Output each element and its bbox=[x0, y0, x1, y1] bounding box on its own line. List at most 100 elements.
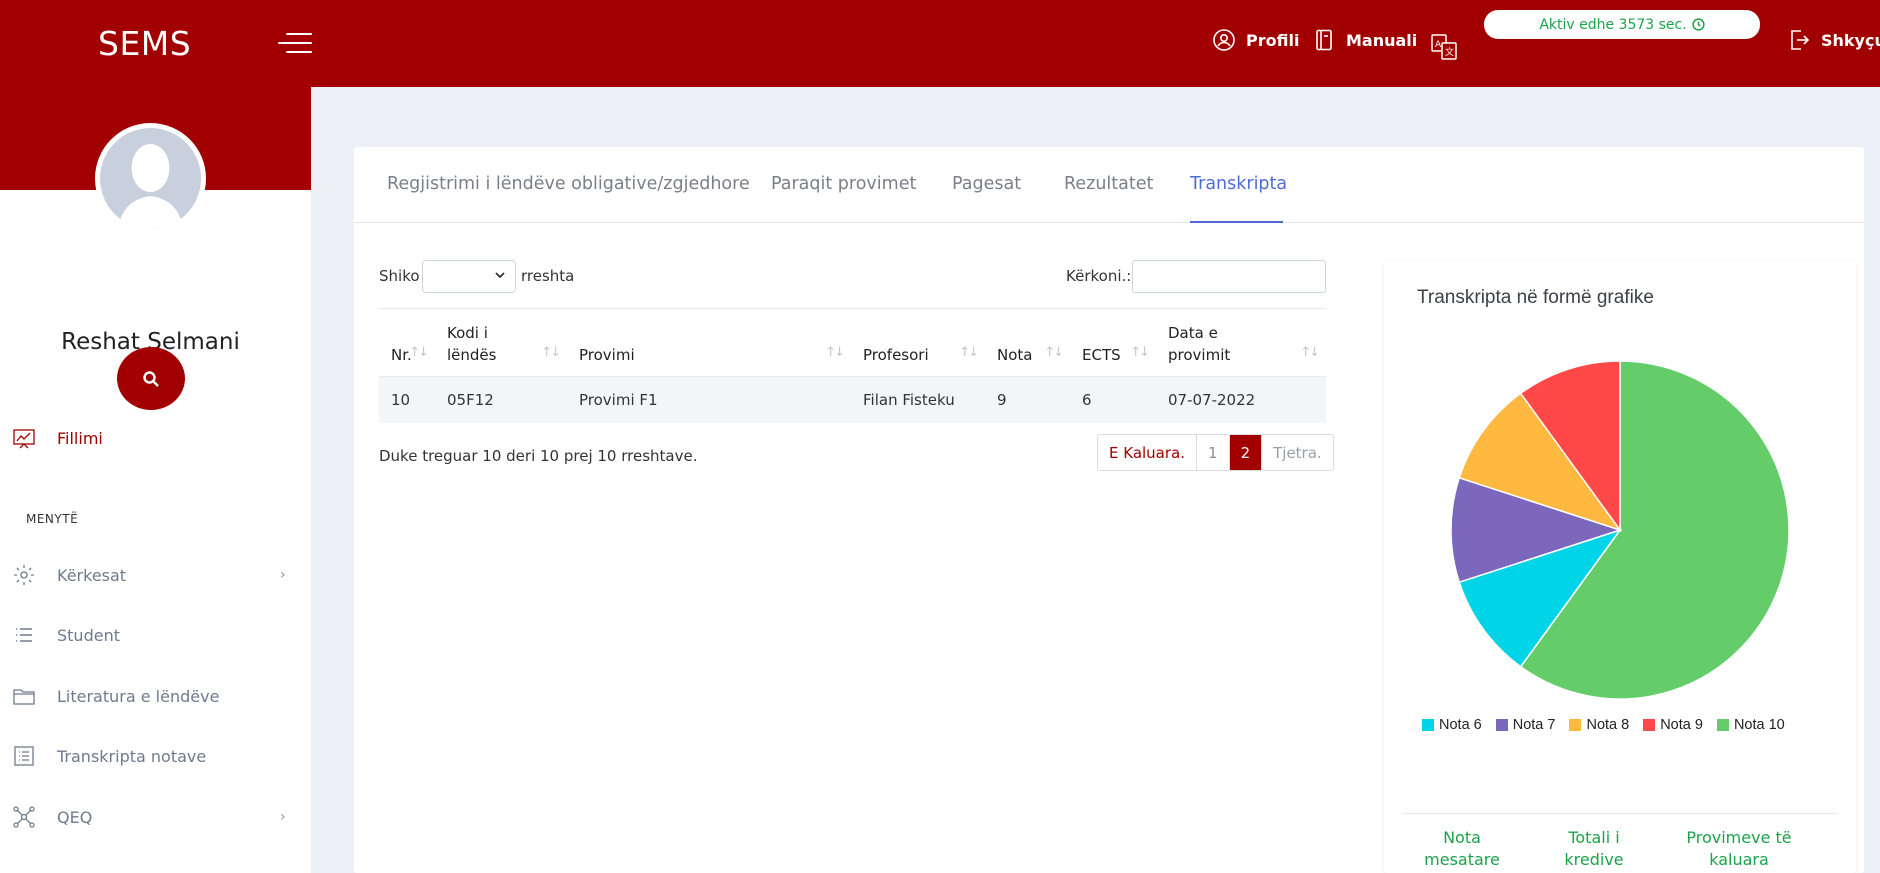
legend-label: Nota 6 bbox=[1439, 717, 1482, 733]
sort-icon: ↑↓ bbox=[1130, 345, 1150, 360]
sort-icon: ↑↓ bbox=[541, 345, 561, 360]
cell-course-code: 05F12 bbox=[435, 376, 567, 423]
list-icon bbox=[16, 628, 32, 642]
chevron-down-icon bbox=[495, 272, 505, 279]
sort-icon: ↑↓ bbox=[825, 345, 845, 360]
sort-icon: ↑↓ bbox=[409, 345, 429, 360]
legend-item[interactable]: Nota 6 bbox=[1422, 717, 1482, 733]
menu-toggle-icon[interactable] bbox=[278, 31, 312, 55]
profile-link[interactable]: Profili bbox=[1212, 28, 1299, 52]
tab-registration[interactable]: Regjistrimi i lëndëve obligative/zgjedho… bbox=[387, 174, 750, 194]
sidebar-item-label: QEQ bbox=[57, 807, 93, 827]
sort-icon: ↑↓ bbox=[1300, 345, 1320, 360]
chart-legend: Nota 6 Nota 7 Nota 8 Nota 9 Nota 10 bbox=[1422, 717, 1785, 733]
legend-label: Nota 9 bbox=[1660, 717, 1703, 733]
legend-item[interactable]: Nota 9 bbox=[1643, 717, 1703, 733]
show-label: Shiko bbox=[379, 267, 420, 285]
pagination: E Kaluara. 1 2 Tjetra. bbox=[1097, 434, 1334, 471]
legend-swatch bbox=[1422, 719, 1434, 731]
sidebar-item-student[interactable]: Student bbox=[0, 615, 311, 655]
chevron-right-icon: › bbox=[280, 809, 286, 825]
search-button[interactable] bbox=[117, 347, 185, 410]
legend-swatch bbox=[1643, 719, 1656, 731]
pie-chart bbox=[1450, 360, 1790, 700]
legend-swatch bbox=[1716, 719, 1729, 731]
manual-link[interactable]: Manuali bbox=[1312, 28, 1417, 52]
top-bar: SEMS Profili Manuali A 文 Aktiv edhe 3573… bbox=[0, 0, 1880, 87]
legend-item[interactable]: Nota 10 bbox=[1716, 717, 1785, 733]
chevron-right-icon: › bbox=[280, 567, 286, 583]
cell-ects: 6 bbox=[1070, 376, 1156, 423]
legend-swatch bbox=[1569, 719, 1582, 731]
cell-exam: Provimi F1 bbox=[567, 376, 851, 423]
avatar bbox=[95, 123, 206, 234]
legend-swatch bbox=[1495, 719, 1508, 731]
legend-label: Nota 10 bbox=[1733, 717, 1785, 733]
sidebar-item-transkripta[interactable]: Transkripta notave bbox=[0, 736, 311, 776]
network-icon bbox=[13, 806, 35, 828]
stat-total-credits: Totali i kredive bbox=[1564, 828, 1624, 869]
tab-transcript[interactable]: Transkripta bbox=[1190, 174, 1287, 194]
folder-icon bbox=[13, 689, 35, 705]
svg-text:A: A bbox=[1435, 40, 1442, 50]
column-header[interactable]: Kodi i lëndës ↑↓ bbox=[435, 308, 567, 377]
stat-passed-exams: Provimeve të kaluara bbox=[1686, 828, 1792, 869]
cell-date: 07-07-2022 bbox=[1156, 376, 1326, 423]
page-size-select[interactable] bbox=[422, 260, 516, 293]
legend-label: Nota 8 bbox=[1586, 717, 1630, 733]
menu-section-label: MENYTË bbox=[26, 512, 79, 526]
list-alt-icon bbox=[14, 746, 34, 766]
column-header[interactable]: ECTS ↑↓ bbox=[1070, 308, 1156, 377]
logout-link[interactable]: Shkyçu bbox=[1787, 28, 1880, 52]
profile-label: Profili bbox=[1246, 30, 1300, 50]
table-header-row: Nr. ↑↓ Kodi i lëndës ↑↓ Provimi ↑↓ Profesor… bbox=[379, 308, 1326, 377]
pagination-prev[interactable]: E Kaluara. bbox=[1098, 435, 1198, 470]
sort-icon: ↑↓ bbox=[959, 345, 979, 360]
brand-logo[interactable]: SEMS bbox=[98, 24, 191, 63]
sidebar-item-kerkesat[interactable]: Kërkesat › bbox=[0, 555, 311, 595]
manual-label: Manuali bbox=[1346, 30, 1418, 50]
sidebar-item-label: Transkripta notave bbox=[57, 746, 207, 766]
pagination-page-active[interactable]: 2 bbox=[1229, 435, 1263, 470]
column-header[interactable]: Provimi ↑↓ bbox=[567, 308, 851, 377]
legend-item[interactable]: Nota 7 bbox=[1495, 717, 1556, 733]
pagination-page[interactable]: 1 bbox=[1197, 435, 1230, 470]
tab-results[interactable]: Rezultatet bbox=[1064, 174, 1153, 194]
user-silhouette-icon bbox=[118, 144, 183, 229]
translate-icon[interactable]: A 文 bbox=[1430, 33, 1458, 61]
sidebar-item-label: Fillimi bbox=[57, 428, 103, 448]
book-icon bbox=[1316, 29, 1332, 51]
cell-professor: Filan Fisteku bbox=[851, 376, 985, 423]
user-circle-icon bbox=[1213, 29, 1235, 51]
tab-payments[interactable]: Pagesat bbox=[952, 174, 1021, 194]
table-row[interactable]: 10 05F12 Provimi F1 Filan Fisteku 9 6 07… bbox=[379, 376, 1326, 423]
table-info: Duke treguar 10 deri 10 prej 10 rreshtav… bbox=[379, 447, 698, 465]
session-timer: Aktiv edhe 3573 sec. bbox=[1484, 10, 1760, 39]
active-tab-indicator bbox=[1190, 221, 1283, 223]
gear-icon bbox=[14, 565, 34, 585]
column-header[interactable]: Profesori ↑↓ bbox=[851, 308, 985, 377]
column-header[interactable]: Data e provimit ↑↓ bbox=[1156, 308, 1326, 377]
sidebar-item-qeq[interactable]: QEQ › bbox=[0, 797, 311, 837]
sidebar-item-literatura[interactable]: Literatura e lëndëve bbox=[0, 676, 311, 716]
column-header[interactable]: Nota ↑↓ bbox=[985, 308, 1070, 377]
tab-bar: Regjistrimi i lëndëve obligative/zgjedho… bbox=[354, 147, 1864, 223]
legend-label: Nota 7 bbox=[1512, 717, 1556, 733]
svg-text:文: 文 bbox=[1445, 46, 1454, 58]
rows-label: rreshta bbox=[521, 267, 575, 285]
divider bbox=[1402, 813, 1838, 814]
sidebar-item-label: Student bbox=[57, 625, 120, 645]
search-icon bbox=[143, 370, 159, 387]
table-search-input[interactable] bbox=[1132, 260, 1326, 293]
chart-line-icon bbox=[13, 429, 35, 449]
sort-icon: ↑↓ bbox=[1044, 345, 1064, 360]
stat-average-grade: Nota mesatare bbox=[1424, 828, 1500, 869]
sidebar-item-home[interactable]: Fillimi bbox=[0, 418, 311, 458]
sidebar-item-label: Literatura e lëndëve bbox=[57, 686, 220, 706]
sidebar-item-label: Kërkesat bbox=[57, 565, 127, 585]
pagination-next[interactable]: Tjetra. bbox=[1262, 435, 1333, 470]
tab-exam-registration[interactable]: Paraqit provimet bbox=[771, 174, 916, 194]
legend-item[interactable]: Nota 8 bbox=[1569, 717, 1629, 733]
column-header[interactable]: Nr. ↑↓ bbox=[379, 308, 435, 377]
cell-nr: 10 bbox=[379, 376, 435, 423]
